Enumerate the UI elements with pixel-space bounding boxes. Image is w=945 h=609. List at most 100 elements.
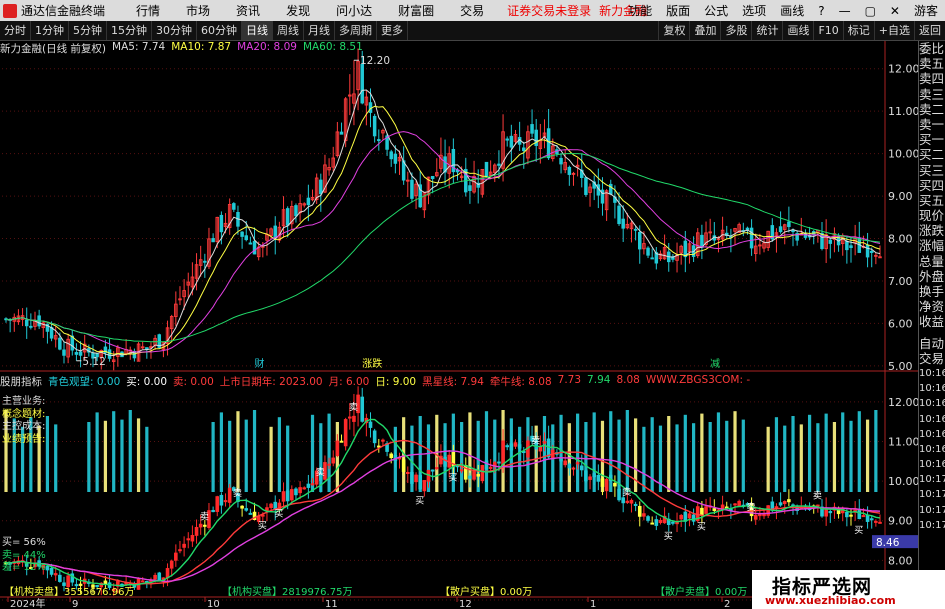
ind-candle [223,500,228,503]
tick-time-4: 10:16 [919,428,945,440]
ind-candle [480,465,485,482]
tick-time-1: 10:16 [919,383,945,395]
ind-candle [671,521,675,524]
quote-label-2: 卖四 [919,71,945,87]
ind-candle [140,580,145,583]
date-label: 10 [207,599,220,609]
inst-buy-legend: 【机构买盘】2819976.75万 [222,587,353,598]
ind-candle [352,415,356,422]
indicator-value-7: 牵牛线: 8.08 [489,376,552,388]
kline-candle [203,260,207,263]
tick-time-8: 10:17 [919,489,945,501]
quote-label-1: 卖五 [919,56,945,72]
buy-signal: 买 [448,472,457,483]
ind-candle [658,519,663,524]
indicator-value-4: 月: 6.00 [328,376,370,388]
ind-candle [405,471,410,474]
kline-candle [484,161,489,177]
ind-candle [219,494,224,506]
chart-canvas[interactable]: 12.00 11.00 10.00 9.00 8.00 7.00 6.00 5.00 12.00… [0,0,918,609]
kline-candle [319,179,323,195]
auto-trade-label-0[interactable]: 自动 [919,336,945,351]
ind-candle [240,505,244,509]
indicator-bar [120,419,124,492]
date-label: 2 [724,599,730,609]
ind-candle [422,480,427,492]
quote-label-0: 委比 [919,41,945,56]
indicator-bar [45,416,50,492]
tick-time-0: 10:16 [919,367,945,379]
quote-panel: 委比 卖五 卖四 卖三 卖二 卖一 买一 买二 买三 买四 买五 现价 涨跌 涨幅 总量 外盘 换手 净资 收益 自动… [918,41,945,609]
kline-candle [567,166,572,175]
ind-candle [782,500,787,505]
ind-candle [198,523,203,528]
retail-sell-legend: 【散户卖盘】0.00万 [655,587,748,598]
kline-candle [621,218,625,229]
indicator-bar [683,414,687,492]
quote-label-8: 买三 [919,162,945,178]
ind-candle [501,440,505,465]
kline-candle [869,250,874,253]
ind-candle [733,503,737,506]
ind-candle [828,511,833,514]
kline-candle [683,240,688,258]
kline-candle [828,239,833,244]
quote-label-13: 涨幅 [919,238,945,254]
ind-candle [401,459,406,472]
indicator-bar [857,411,861,492]
buy-signal: 买 [415,495,424,506]
kline-candle [787,221,791,228]
ind-candle [182,543,186,548]
indicator-bar [484,411,489,492]
indicator-bar [54,424,58,492]
ind-candle [298,487,302,494]
indicator-bar [559,414,563,492]
indicator-bar [435,414,439,492]
ind-candle [331,457,336,464]
quote-label-17: 净资 [919,299,945,315]
back-button[interactable]: 返回 [914,21,945,40]
ind-candle [459,469,464,472]
ind-candle [613,482,617,487]
ind-candle [306,483,311,488]
indicator-bar [692,423,696,492]
ind-candle [285,490,290,502]
auto-trade-label-1[interactable]: 交易 [919,351,945,366]
quote-label-9: 买四 [919,177,945,193]
ind-ytick: 11.00 [888,436,918,449]
kline-candle [633,228,638,231]
indicator-bar [269,426,273,492]
indicator-bar [658,425,663,492]
quote-label-6: 买一 [919,132,945,148]
ind-candle [381,439,385,442]
indicator-bar [716,412,721,492]
kline-ytick: 12.00 [888,63,918,76]
indicator-bar [841,412,845,492]
ind-candle [327,463,331,466]
ind-candle [542,441,547,444]
ind-candle [244,508,249,511]
ind-candle [646,516,650,521]
ma20-line [5,131,881,353]
buy-signal: 买 [274,509,283,520]
ind-candle [169,560,174,569]
indicator-bar [95,412,99,492]
indicator-bar [700,413,704,492]
indicator-bar [493,419,497,492]
indicator-bar [799,424,803,492]
ind-candle [637,505,642,517]
indicator-bar [219,412,223,492]
buy-sell-stats: 买= 56% 卖= 44% 差= 12% [2,537,46,575]
ind-candle [269,503,273,508]
ind-candle [592,473,596,478]
inst-sell-legend: 【机构卖盘】3555676.96万 [4,587,135,598]
indicator-side-labels: 主营业务: 概念题材: 主控成本: 业绩预告: [2,396,45,446]
date-label: 1 [590,599,596,609]
ind-candle [861,515,866,518]
ind-candle [434,467,439,470]
ind-candle [53,573,58,576]
kline-candle [468,185,472,191]
ind-candle [513,442,518,447]
ind-candle [737,500,741,507]
ind-ytick: 12.00 [888,396,918,409]
